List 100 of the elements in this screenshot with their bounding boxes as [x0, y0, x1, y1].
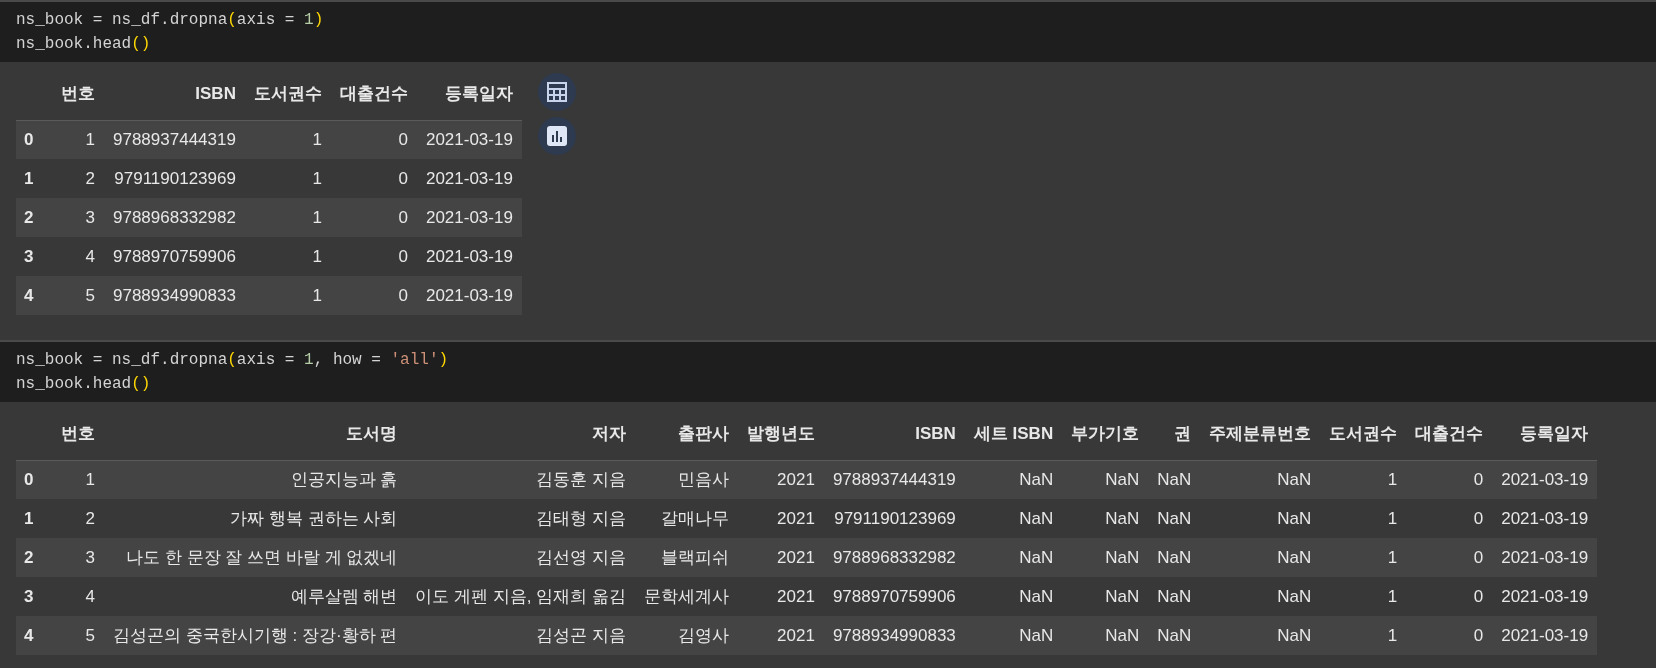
table-icon	[545, 81, 568, 103]
table-cell: 김성곤의 중국한시기행 : 장강·황하 편	[104, 616, 407, 655]
column-header: 권	[1148, 408, 1201, 460]
table-cell: 1	[244, 159, 331, 198]
table-cell: 2021-03-19	[1492, 499, 1598, 538]
table-cell: 9788937444319	[104, 120, 245, 159]
table-cell: 9788937444319	[823, 460, 965, 499]
column-header: 번호	[52, 408, 104, 460]
row-index: 4	[16, 276, 52, 315]
table-cell: NaN	[1062, 577, 1149, 616]
table-cell: 2	[52, 499, 104, 538]
table-cell: NaN	[1200, 460, 1321, 499]
table-cell: NaN	[964, 616, 1063, 655]
table-cell: 9791190123969	[823, 499, 965, 538]
table-cell: 0	[1406, 616, 1493, 655]
table-cell: NaN	[1148, 616, 1201, 655]
row-index: 4	[16, 616, 52, 655]
table-cell: NaN	[1200, 499, 1321, 538]
table-cell: 2021-03-19	[416, 198, 522, 237]
row-index: 0	[16, 460, 52, 499]
table-cell: 2021	[737, 499, 824, 538]
table-cell: 2021-03-19	[1492, 616, 1598, 655]
table-cell: 9788968332982	[823, 538, 965, 577]
table-cell: 이도 게펜 지음, 임재희 옮김	[406, 577, 635, 616]
column-header: 대출건수	[1406, 408, 1493, 460]
table-cell: 9788968332982	[104, 198, 245, 237]
table-cell: 갈매나무	[634, 499, 738, 538]
column-header: 발행년도	[737, 408, 824, 460]
table-cell: 3	[52, 198, 104, 237]
table-cell: 1	[244, 198, 331, 237]
table-cell: 2021-03-19	[416, 276, 522, 315]
table-cell: 9788970759906	[104, 237, 245, 276]
table-cell: 1	[52, 120, 104, 159]
table-cell: 4	[52, 237, 104, 276]
column-header: 도서권수	[1320, 408, 1407, 460]
table-cell: 1	[1320, 499, 1407, 538]
column-header: 부가기호	[1062, 408, 1149, 460]
code-line: ns_book.head()	[16, 34, 151, 55]
row-index: 1	[16, 499, 52, 538]
table-cell: 1	[52, 460, 104, 499]
table-cell: 4	[52, 577, 104, 616]
table-cell: 9791190123969	[104, 159, 245, 198]
table-cell: 1	[244, 120, 331, 159]
table-cell: 0	[1406, 499, 1493, 538]
table-cell: 5	[52, 616, 104, 655]
table-cell: 0	[1406, 577, 1493, 616]
column-header: 대출건수	[330, 68, 417, 120]
table-cell: 2021-03-19	[416, 159, 522, 198]
column-header: 등록일자	[416, 68, 522, 120]
column-header: ISBN	[823, 408, 965, 460]
table-cell: 1	[1320, 538, 1407, 577]
column-header: 도서권수	[244, 68, 331, 120]
table-view-button[interactable]	[537, 73, 576, 111]
table-cell: NaN	[1148, 577, 1201, 616]
bar-chart-icon	[546, 126, 567, 146]
table-cell: NaN	[1200, 538, 1321, 577]
table-cell: NaN	[1200, 616, 1321, 655]
code-line: ns_book.head()	[16, 374, 151, 395]
table-cell: 1	[1320, 616, 1407, 655]
table-cell: 블랙피쉬	[634, 538, 738, 577]
code-cell[interactable]: ns_book = ns_df.dropna(axis = 1) ns_book.head()	[0, 0, 1656, 62]
table-cell: 2021	[737, 616, 824, 655]
table-cell: NaN	[1062, 499, 1149, 538]
table-cell: 인공지능과 흙	[104, 460, 407, 499]
table-cell: 0	[330, 120, 417, 159]
column-header: 등록일자	[1492, 408, 1598, 460]
table-cell: 2021-03-19	[1492, 538, 1598, 577]
column-header: 세트 ISBN	[964, 408, 1063, 460]
table-cell: 김성곤 지음	[406, 616, 635, 655]
row-index: 0	[16, 120, 52, 159]
table-cell: 가짜 행복 권하는 사회	[104, 499, 407, 538]
table-cell: NaN	[964, 538, 1063, 577]
table-cell: NaN	[1200, 577, 1321, 616]
table-cell: 0	[1406, 460, 1493, 499]
table-cell: 문학세계사	[634, 577, 738, 616]
table-cell: 0	[330, 198, 417, 237]
table-cell: 2	[52, 159, 104, 198]
table-cell: 9788934990833	[823, 616, 965, 655]
table-cell: 0	[330, 159, 417, 198]
table-cell: 2021-03-19	[1492, 460, 1598, 499]
column-header: 주제분류번호	[1200, 408, 1321, 460]
table-cell: NaN	[964, 460, 1063, 499]
chart-button[interactable]	[537, 117, 576, 155]
table-cell: 2021-03-19	[416, 120, 522, 159]
table-cell: 0	[330, 276, 417, 315]
code-cell[interactable]: ns_book = ns_df.dropna(axis = 1, how = 'all') ns_book.head()	[0, 340, 1656, 402]
column-header: 번호	[52, 68, 104, 120]
table-cell: 2021	[737, 577, 824, 616]
table-cell: 1	[1320, 577, 1407, 616]
table-cell: 2021-03-19	[1492, 577, 1598, 616]
row-index: 2	[16, 538, 52, 577]
table-cell: 2021	[737, 538, 824, 577]
row-index: 1	[16, 159, 52, 198]
column-header: 저자	[406, 408, 635, 460]
row-index: 3	[16, 237, 52, 276]
table-cell: NaN	[1148, 460, 1201, 499]
table-cell: 김태형 지음	[406, 499, 635, 538]
table-cell: 1	[1320, 460, 1407, 499]
table-cell: 9788934990833	[104, 276, 245, 315]
table-cell: 5	[52, 276, 104, 315]
